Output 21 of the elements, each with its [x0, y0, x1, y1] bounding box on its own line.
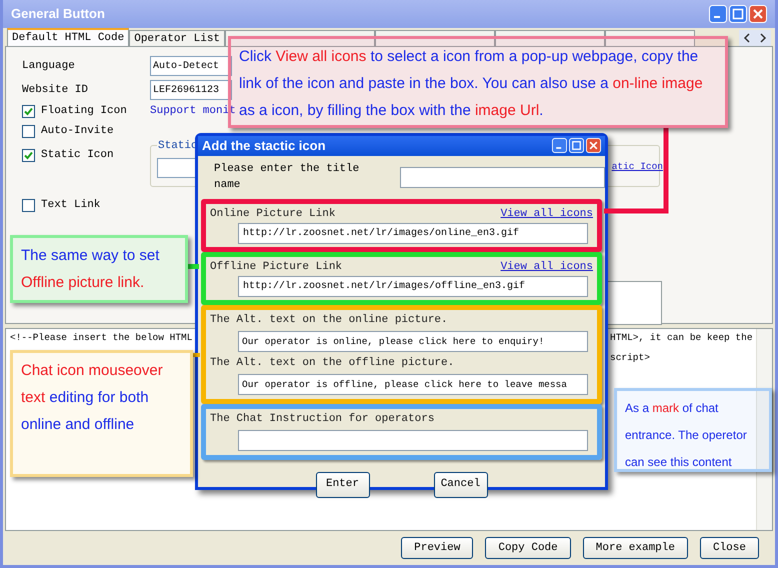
field-label: The Alt. text on the offline picture. [210, 356, 456, 370]
title-name-label: Please enter the title name [214, 162, 360, 193]
field-label: The Alt. text on the online picture. [210, 312, 449, 328]
checkbox-label: Static Icon [41, 148, 114, 163]
website-id-label: Website ID [22, 82, 90, 98]
checkbox-label: Floating Icon [41, 104, 127, 119]
callout-text: Chat icon mouseover text editing for both online and offline [21, 362, 163, 433]
callout-text: As a mark of chat entrance. The operetor can see this content [625, 401, 747, 469]
code-line: HTML>, it can be keep the [610, 331, 754, 345]
callout-text: Click View all icons to select a icon from a pop-up webpage, copy the link of the icon and paste in the box. You can also use a on-line image as a icon, by filling the box with the image Url. [239, 48, 703, 119]
code-line: <!--Please insert the below HTML [10, 331, 192, 345]
field-label: Online Picture Link [210, 206, 336, 222]
checkbox-label: Auto-Invite [41, 124, 114, 139]
language-label: Language [22, 58, 76, 74]
checkbox-label: Text Link [41, 198, 100, 213]
code-line: script> [610, 351, 651, 366]
callout-text: The same way to set Offline picture link. [21, 247, 160, 291]
window-title: General Button [11, 5, 105, 24]
field-label: The Chat Instruction for operators [210, 412, 436, 426]
field-label: Offline Picture Link [210, 260, 342, 275]
dialog-title: Add the stactic icon [202, 137, 326, 155]
